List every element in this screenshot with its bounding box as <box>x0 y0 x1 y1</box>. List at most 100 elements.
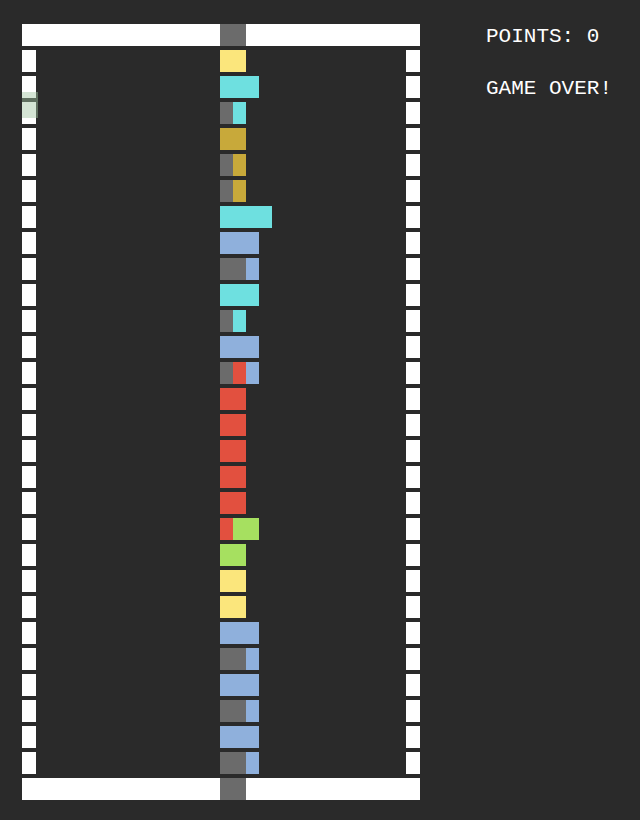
side-wall-cell <box>22 154 36 176</box>
board-row <box>22 308 420 334</box>
board-row <box>22 594 420 620</box>
block-cell <box>233 310 246 332</box>
board-row <box>22 48 420 74</box>
block-cell <box>233 180 246 202</box>
block-cell <box>233 726 246 748</box>
block-cell <box>233 622 246 644</box>
side-wall-cell <box>22 752 36 774</box>
ghost-piece <box>22 92 38 118</box>
block-cell <box>246 206 259 228</box>
board-row <box>22 152 420 178</box>
block-cell <box>220 206 233 228</box>
side-wall-cell <box>406 596 420 618</box>
board-row <box>22 230 420 256</box>
side-wall-cell <box>406 336 420 358</box>
side-wall-cell <box>22 726 36 748</box>
side-wall-cell <box>22 50 36 72</box>
board-row <box>22 74 420 100</box>
side-wall-cell <box>406 154 420 176</box>
block-cell <box>220 596 233 618</box>
side-wall-cell <box>406 726 420 748</box>
side-wall-cell <box>22 388 36 410</box>
block-cell <box>220 492 233 514</box>
block-cell <box>233 258 246 280</box>
block-cell <box>220 674 233 696</box>
block-cell <box>246 76 259 98</box>
side-wall-cell <box>22 544 36 566</box>
block-cell <box>246 752 259 774</box>
side-wall-cell <box>406 440 420 462</box>
side-wall-cell <box>406 284 420 306</box>
board-row <box>22 126 420 152</box>
block-cell <box>246 518 259 540</box>
block-cell <box>233 570 246 592</box>
block-cell <box>233 336 246 358</box>
block-cell <box>220 336 233 358</box>
side-wall-cell <box>406 674 420 696</box>
block-cell <box>233 440 246 462</box>
block-cell <box>220 570 233 592</box>
side-wall-cell <box>406 570 420 592</box>
side-wall-cell <box>406 310 420 332</box>
block-cell <box>220 362 233 384</box>
side-wall-cell <box>22 648 36 670</box>
block-cell <box>233 284 246 306</box>
block-cell <box>220 128 233 150</box>
side-wall-cell <box>22 622 36 644</box>
board-row <box>22 256 420 282</box>
block-cell <box>259 206 272 228</box>
side-wall-cell <box>22 570 36 592</box>
block-cell <box>233 414 246 436</box>
block-cell <box>220 518 233 540</box>
block-cell <box>233 50 246 72</box>
block-cell <box>246 232 259 254</box>
block-cell <box>233 154 246 176</box>
block-cell <box>233 232 246 254</box>
block-cell <box>220 726 233 748</box>
side-wall-cell <box>22 180 36 202</box>
block-cell <box>220 232 233 254</box>
side-wall-cell <box>22 518 36 540</box>
board-row <box>22 750 420 776</box>
side-wall-cell <box>406 544 420 566</box>
board-row <box>22 516 420 542</box>
side-wall-cell <box>406 752 420 774</box>
side-wall-cell <box>22 700 36 722</box>
board-row <box>22 698 420 724</box>
game-over-label: GAME OVER! <box>486 76 612 102</box>
block-cell <box>233 206 246 228</box>
side-wall-cell <box>22 362 36 384</box>
block-cell <box>233 674 246 696</box>
block-cell <box>220 544 233 566</box>
block-cell <box>233 466 246 488</box>
block-cell <box>220 102 233 124</box>
block-cell <box>233 76 246 98</box>
side-wall-cell <box>22 336 36 358</box>
board-row <box>22 204 420 230</box>
board-row <box>22 412 420 438</box>
block-cell <box>233 492 246 514</box>
board-row <box>22 490 420 516</box>
block-cell <box>220 700 233 722</box>
block-cell <box>220 622 233 644</box>
block-cell <box>220 284 233 306</box>
block-cell <box>220 310 233 332</box>
board-row <box>22 100 420 126</box>
block-cell <box>233 518 246 540</box>
block-cell <box>220 466 233 488</box>
board-row <box>22 282 420 308</box>
board-row <box>22 542 420 568</box>
block-cell <box>246 258 259 280</box>
side-wall-cell <box>406 76 420 98</box>
board-row <box>22 386 420 412</box>
side-wall-cell <box>22 674 36 696</box>
side-wall-cell <box>22 128 36 150</box>
block-cell <box>220 76 233 98</box>
block-cell <box>220 258 233 280</box>
board-row <box>22 178 420 204</box>
block-cell <box>220 414 233 436</box>
top-wall <box>22 24 420 46</box>
side-wall-cell <box>406 648 420 670</box>
block-cell <box>233 648 246 670</box>
board-row <box>22 360 420 386</box>
